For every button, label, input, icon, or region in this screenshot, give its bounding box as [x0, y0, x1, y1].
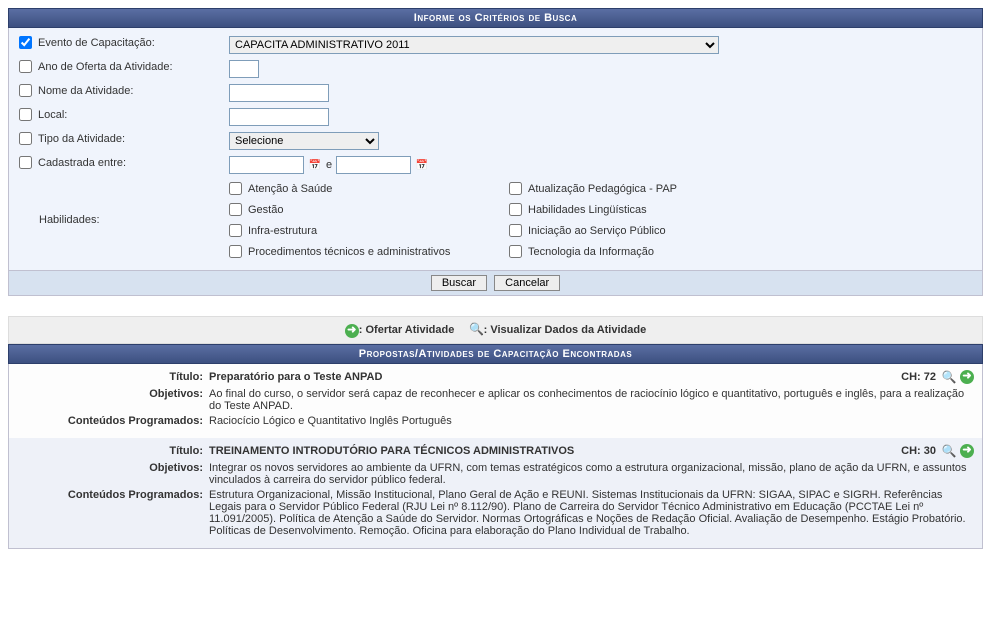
view-icon: 🔍 [470, 322, 484, 336]
calendar-icon[interactable]: 📅 [415, 158, 429, 172]
row-tipo: Tipo da Atividade: Selecione [19, 132, 972, 150]
result-conteudos: Raciocício Lógico e Quantitativo Inglês … [209, 415, 974, 427]
habilidade-checkbox[interactable] [229, 224, 242, 237]
habilidade-item[interactable]: Gestão [229, 203, 489, 216]
objetivos-label: Objetivos: [17, 388, 209, 412]
view-activity-icon[interactable]: 🔍 [942, 444, 956, 458]
cadastrada-checkbox[interactable] [19, 156, 32, 169]
search-header: Informe os Critérios de Busca [8, 8, 983, 28]
cancel-button[interactable]: Cancelar [494, 275, 560, 291]
evento-checkbox[interactable] [19, 36, 32, 49]
search-button[interactable]: Buscar [431, 275, 487, 291]
habilidade-checkbox[interactable] [229, 203, 242, 216]
cadastrada-label: Cadastrada entre: [38, 157, 126, 169]
objetivos-label: Objetivos: [17, 462, 209, 486]
nome-label: Nome da Atividade: [38, 85, 133, 97]
nome-input[interactable] [229, 84, 329, 102]
result-item: Título: Preparatório para o Teste ANPAD … [9, 364, 982, 438]
cadastrada-to-input[interactable] [336, 156, 411, 174]
offer-activity-icon[interactable]: ➜ [960, 444, 974, 458]
habilidade-checkbox[interactable] [229, 182, 242, 195]
row-ano: Ano de Oferta da Atividade: [19, 60, 972, 78]
result-item: Título: TREINAMENTO INTRODUTÓRIO PARA TÉ… [9, 438, 982, 548]
ch-block: CH: 30 [901, 445, 942, 457]
habilidades-label: Habilidades: [39, 214, 100, 226]
habilidade-checkbox[interactable] [509, 224, 522, 237]
offer-icon: ➜ [345, 324, 359, 338]
local-label: Local: [38, 109, 67, 121]
ch-block: CH: 72 [901, 371, 942, 383]
ano-input[interactable] [229, 60, 259, 78]
conteudos-label: Conteúdos Programados: [17, 489, 209, 537]
results-header: Propostas/Atividades de Capacitação Enco… [8, 344, 983, 364]
local-input[interactable] [229, 108, 329, 126]
cadastrada-sep: e [326, 159, 332, 171]
ano-checkbox[interactable] [19, 60, 32, 73]
result-title: TREINAMENTO INTRODUTÓRIO PARA TÉCNICOS A… [209, 445, 901, 457]
cadastrada-from-input[interactable] [229, 156, 304, 174]
habilidade-checkbox[interactable] [229, 245, 242, 258]
row-local: Local: [19, 108, 972, 126]
title-label: Título: [17, 371, 209, 383]
tipo-label: Tipo da Atividade: [38, 133, 125, 145]
habilidade-item[interactable]: Habilidades Lingüísticas [509, 203, 769, 216]
row-cadastrada: Cadastrada entre: 📅 e 📅 [19, 156, 972, 174]
conteudos-label: Conteúdos Programados: [17, 415, 209, 427]
result-conteudos: Estrutura Organizacional, Missão Institu… [209, 489, 974, 537]
local-checkbox[interactable] [19, 108, 32, 121]
tipo-checkbox[interactable] [19, 132, 32, 145]
result-ch: 72 [924, 371, 936, 383]
habilidade-checkbox[interactable] [509, 182, 522, 195]
button-bar: Buscar Cancelar [9, 270, 982, 295]
result-objetivos: Ao final do curso, o servidor será capaz… [209, 388, 974, 412]
row-habilidades: Habilidades: Atenção à Saúde Atualização… [19, 180, 972, 260]
habilidade-checkbox[interactable] [509, 245, 522, 258]
calendar-icon[interactable]: 📅 [308, 158, 322, 172]
habilidade-item[interactable]: Tecnologia da Informação [509, 245, 769, 258]
result-title: Preparatório para o Teste ANPAD [209, 371, 901, 383]
result-objetivos: Integrar os novos servidores ao ambiente… [209, 462, 974, 486]
habilidade-item[interactable]: Infra-estrutura [229, 224, 489, 237]
habilidade-item[interactable]: Iniciação ao Serviço Público [509, 224, 769, 237]
legend-bar: ➜: Ofertar Atividade 🔍: Visualizar Dados… [8, 316, 983, 344]
evento-label: Evento de Capacitação: [38, 37, 155, 49]
habilidade-item[interactable]: Procedimentos técnicos e administrativos [229, 245, 489, 258]
evento-select[interactable]: CAPACITA ADMINISTRATIVO 2011 [229, 36, 719, 54]
results-list: Título: Preparatório para o Teste ANPAD … [8, 364, 983, 549]
ano-label: Ano de Oferta da Atividade: [38, 61, 173, 73]
habilidade-checkbox[interactable] [509, 203, 522, 216]
view-activity-icon[interactable]: 🔍 [942, 370, 956, 384]
habilidade-item[interactable]: Atenção à Saúde [229, 182, 489, 195]
row-nome: Nome da Atividade: [19, 84, 972, 102]
habilidade-item[interactable]: Atualização Pedagógica - PAP [509, 182, 769, 195]
row-evento: Evento de Capacitação: CAPACITA ADMINIST… [19, 36, 972, 54]
offer-activity-icon[interactable]: ➜ [960, 370, 974, 384]
tipo-select[interactable]: Selecione [229, 132, 379, 150]
habilidades-grid: Atenção à Saúde Atualização Pedagógica -… [229, 180, 769, 260]
title-label: Título: [17, 445, 209, 457]
nome-checkbox[interactable] [19, 84, 32, 97]
search-form: Evento de Capacitação: CAPACITA ADMINIST… [8, 28, 983, 296]
result-ch: 30 [924, 445, 936, 457]
